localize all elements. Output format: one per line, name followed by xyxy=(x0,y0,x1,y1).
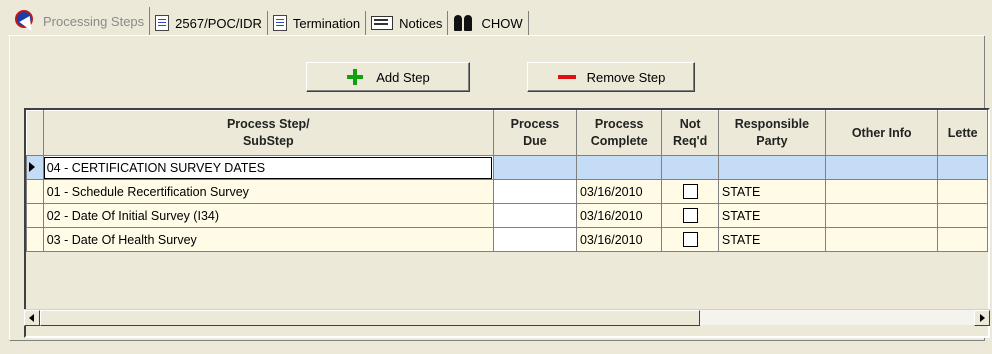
not-reqd-cell[interactable] xyxy=(661,227,719,252)
processing-steps-icon xyxy=(15,10,37,32)
tab-processing-steps[interactable]: Processing Steps xyxy=(10,7,151,35)
document-icon xyxy=(272,15,287,31)
complete-cell[interactable]: 03/16/2010 xyxy=(575,227,663,252)
scroll-right-button[interactable] xyxy=(974,310,990,326)
step-cell[interactable]: 04 - CERTIFICATION SURVEY DATES xyxy=(42,155,494,180)
tab-label: Termination xyxy=(292,15,361,31)
letter-cell[interactable] xyxy=(937,227,988,252)
tab-chow[interactable]: CHOW xyxy=(448,11,529,35)
table-row[interactable]: 02 - Date Of Initial Survey (I34) 03/16/… xyxy=(26,203,988,228)
add-step-label: Add Step xyxy=(376,69,430,85)
row-selector[interactable] xyxy=(26,179,44,204)
complete-cell[interactable]: 03/16/2010 xyxy=(575,203,663,228)
due-cell[interactable] xyxy=(492,203,577,228)
not-reqd-checkbox[interactable] xyxy=(682,184,698,200)
letter-cell[interactable] xyxy=(937,155,988,180)
col-not-reqd[interactable]: Not Req'd xyxy=(661,110,719,156)
plus-icon xyxy=(346,68,364,86)
party-cell[interactable]: STATE xyxy=(717,203,826,228)
col-letter[interactable]: Lette xyxy=(937,110,988,156)
letter-cell[interactable] xyxy=(937,179,988,204)
complete-cell[interactable]: 03/16/2010 xyxy=(575,179,663,204)
party-cell[interactable] xyxy=(717,155,826,180)
not-reqd-checkbox[interactable] xyxy=(682,208,698,224)
step-cell[interactable]: 01 - Schedule Recertification Survey xyxy=(42,179,494,204)
tab-notices[interactable]: Notices xyxy=(366,11,449,35)
not-reqd-cell[interactable] xyxy=(661,179,719,204)
other-cell[interactable] xyxy=(824,179,939,204)
group-row[interactable]: 04 - CERTIFICATION SURVEY DATES xyxy=(26,155,988,180)
col-other-info[interactable]: Other Info xyxy=(824,110,939,156)
other-cell[interactable] xyxy=(824,155,939,180)
not-reqd-checkbox[interactable] xyxy=(682,232,698,248)
table-row[interactable]: 01 - Schedule Recertification Survey 03/… xyxy=(26,179,988,204)
col-process-due[interactable]: Process Due xyxy=(492,110,577,156)
complete-cell[interactable] xyxy=(575,155,663,180)
tab-label: Notices xyxy=(399,15,443,31)
col-process-complete[interactable]: Process Complete xyxy=(575,110,663,156)
tab-label: CHOW xyxy=(481,15,523,31)
document-icon xyxy=(155,15,170,31)
other-cell[interactable] xyxy=(824,203,939,228)
horizontal-scrollbar[interactable] xyxy=(24,309,990,326)
party-cell[interactable]: STATE xyxy=(717,179,826,204)
tab-bar: Processing Steps 2567/POC/IDR Terminatio… xyxy=(10,5,529,35)
tab-2567-poc-idr[interactable]: 2567/POC/IDR xyxy=(150,11,268,35)
step-cell[interactable]: 03 - Date Of Health Survey xyxy=(42,227,494,252)
other-cell[interactable] xyxy=(824,227,939,252)
table-row[interactable]: 03 - Date Of Health Survey 03/16/2010 ST… xyxy=(26,227,988,252)
col-responsible-party[interactable]: Responsible Party xyxy=(717,110,826,156)
tab-label: 2567/POC/IDR xyxy=(175,15,262,31)
process-steps-grid[interactable]: Process Step/SubStep Process Due Process C… xyxy=(24,108,990,338)
not-reqd-cell[interactable] xyxy=(661,203,719,228)
tab-termination[interactable]: Termination xyxy=(267,11,367,35)
scroll-thumb[interactable] xyxy=(40,310,700,326)
remove-step-button[interactable]: Remove Step xyxy=(527,62,695,92)
envelope-icon xyxy=(371,16,394,30)
minus-icon xyxy=(557,68,576,86)
not-reqd-cell[interactable] xyxy=(661,155,719,180)
row-selector-header xyxy=(26,110,44,156)
due-cell[interactable] xyxy=(492,155,577,180)
remove-step-label: Remove Step xyxy=(586,69,666,85)
add-step-button[interactable]: Add Step xyxy=(306,62,470,92)
tab-label: Processing Steps xyxy=(43,13,145,29)
row-selector[interactable] xyxy=(26,227,44,252)
due-cell[interactable] xyxy=(492,227,577,252)
scroll-left-button[interactable] xyxy=(24,310,40,326)
col-process-step[interactable]: Process Step/SubStep xyxy=(42,110,494,156)
step-cell[interactable]: 02 - Date Of Initial Survey (I34) xyxy=(42,203,494,228)
row-selector[interactable] xyxy=(26,203,44,228)
header-row: Process Step/SubStep Process Due Process C… xyxy=(26,110,988,156)
current-row-indicator[interactable] xyxy=(26,155,44,180)
people-icon xyxy=(453,15,475,31)
party-cell[interactable]: STATE xyxy=(717,227,826,252)
letter-cell[interactable] xyxy=(937,203,988,228)
due-cell[interactable] xyxy=(492,179,577,204)
row-pointer-icon xyxy=(29,161,35,172)
